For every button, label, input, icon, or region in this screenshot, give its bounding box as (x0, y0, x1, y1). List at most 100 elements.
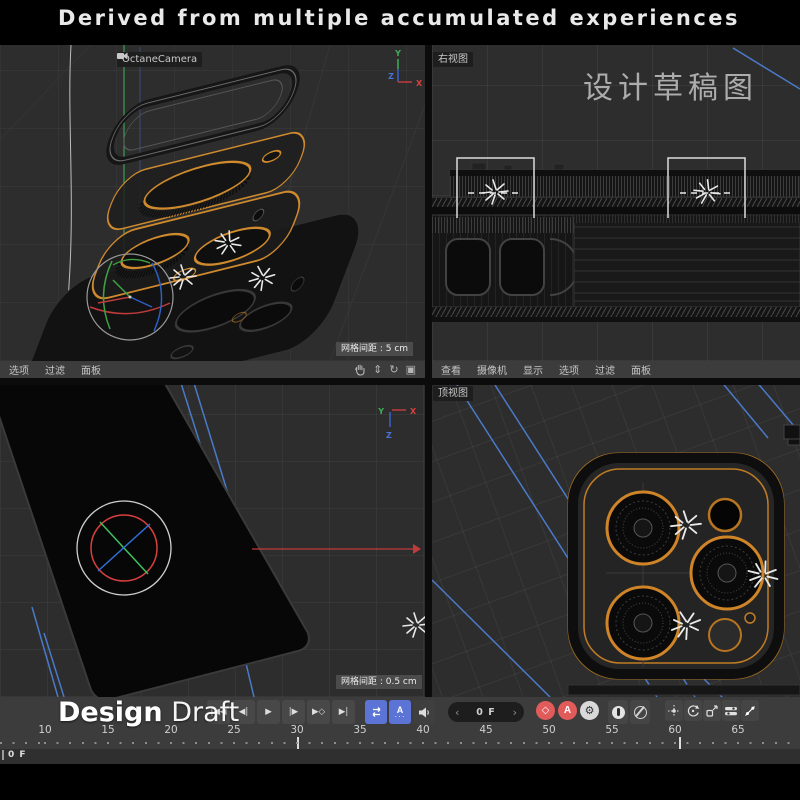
sound-button[interactable] (413, 700, 435, 724)
perspective-canvas: Y Z X (0, 45, 425, 361)
header-bar: Derived from multiple accumulated experi… (0, 0, 800, 45)
record-scale-button[interactable] (703, 700, 721, 721)
ruler-number: 30 (290, 724, 303, 736)
record-rotation-button[interactable] (684, 700, 702, 721)
menu-item[interactable]: 选项 (9, 362, 29, 377)
camera-module-wireframe (568, 425, 800, 695)
record-keyframe-button[interactable]: ◇ (536, 701, 555, 720)
perspective-menubar: 选项 过滤 面板 ⇕ ↻ ▣ (0, 361, 425, 378)
next-key-button[interactable]: ▶◇ (307, 700, 330, 724)
frame-decrement-arrow[interactable]: ‹ (455, 707, 459, 718)
record-position-button[interactable] (665, 700, 683, 721)
rotate-view-icon[interactable]: ↻ (389, 364, 398, 375)
next-frame-button[interactable]: |▶ (282, 700, 305, 724)
flash-circle (709, 499, 741, 531)
x-axis-arrow (252, 544, 421, 554)
keyframe-selection-button[interactable] (608, 700, 628, 724)
view-label: 右视图 (438, 53, 468, 66)
axis-z-label: Z (386, 431, 392, 440)
camera-lens (691, 537, 763, 609)
menu-item[interactable]: 过滤 (595, 362, 615, 377)
current-frame-strip[interactable]: 0 F (0, 749, 800, 764)
axis-gizmo: Y Z X (388, 49, 423, 88)
play-button[interactable]: ▶ (257, 700, 280, 724)
ruler-number: 35 (353, 724, 366, 736)
camera-icon (117, 52, 128, 60)
front-view-canvas: Y X Z (0, 385, 425, 697)
axis-y-label: Y (377, 407, 384, 416)
ruler-number: 50 (542, 724, 555, 736)
record-pla-button[interactable] (741, 700, 759, 721)
camera-label-chip[interactable]: OctaneCamera (117, 52, 202, 67)
axis-z-label: Z (388, 72, 394, 81)
animation-toolbar: Design Draft |◀◀ ◀| ▶ |▶ ▶◇ ▶| A ··· ‹ 0… (0, 697, 800, 764)
viewport-front-view[interactable]: Y X Z 网格间距 : 0.5 cm (0, 385, 425, 697)
viewport-menu: 查看 摄像机 显示 选项 过滤 面板 (441, 362, 651, 377)
right-view-menubar: 查看 摄像机 显示 选项 过滤 面板 (432, 361, 800, 378)
brand-title-bold: Design (58, 697, 163, 728)
maximize-viewport-icon[interactable]: ▣ (406, 364, 416, 375)
camera-target-gizmo[interactable] (77, 501, 171, 595)
ruler-number: 55 (605, 724, 618, 736)
app-window: Derived from multiple accumulated experi… (0, 0, 800, 800)
pan-hand-icon[interactable] (354, 363, 366, 376)
record-channel-toggles (665, 700, 759, 721)
loop-icon (370, 706, 383, 718)
zoom-icon[interactable]: ⇕ (373, 364, 382, 375)
view-label-chip[interactable]: 顶视图 (433, 386, 473, 401)
slashed-circle-icon (634, 706, 647, 719)
axis-x-label: X (416, 79, 423, 88)
axis-y-label: Y (394, 49, 401, 58)
view-label: 顶视图 (438, 387, 468, 400)
menu-item[interactable]: 摄像机 (477, 362, 507, 377)
letterbox-bar (0, 764, 800, 800)
autokey-dots: ··· (395, 714, 406, 719)
menu-item[interactable]: 面板 (631, 362, 651, 377)
viewport-right-view[interactable]: 右视图 设计草稿图 (432, 45, 800, 361)
brand-title-light: Draft (171, 697, 239, 728)
menu-item[interactable]: 显示 (523, 362, 543, 377)
menu-item[interactable]: 选项 (559, 362, 579, 377)
menu-item[interactable]: 面板 (81, 362, 101, 377)
keyframe-settings-button[interactable]: ⚙ (580, 701, 599, 720)
viewport-perspective[interactable]: Y Z X OctaneCamera 网格间距 : 5 cm (0, 45, 425, 361)
ruler-number: 10 (38, 724, 51, 736)
point-level-animation-icon (743, 704, 757, 718)
go-to-end-button[interactable]: ▶| (332, 700, 355, 724)
record-parameter-button[interactable] (722, 700, 740, 721)
autokeying-button[interactable]: A (558, 701, 577, 720)
ruler-tick-marks (0, 742, 800, 744)
frame-increment-arrow[interactable]: › (513, 707, 517, 718)
selection-object-icon (612, 706, 625, 719)
scale-icon (705, 704, 719, 718)
page-title: Derived from multiple accumulated experi… (58, 6, 740, 30)
move-icon (667, 704, 681, 718)
record-controls: ◇ A ⚙ (536, 701, 599, 720)
sensor-circle (709, 619, 741, 651)
autokey-mini-button[interactable]: A ··· (389, 700, 411, 724)
speaker-icon (417, 706, 431, 719)
ruler-number: 60 (668, 724, 681, 736)
menu-item[interactable]: 过滤 (45, 362, 65, 377)
sliders-icon (724, 704, 738, 718)
phone-silhouette[interactable] (0, 385, 309, 697)
mic-hole (745, 613, 755, 623)
keyframe-preset-button[interactable] (630, 700, 650, 724)
top-view-canvas (432, 385, 800, 697)
keyframe-selection-group (608, 700, 650, 724)
frame-number-field[interactable]: ‹ 0 F › (448, 702, 524, 722)
frame-value: 0 F (476, 707, 495, 718)
brand-title: Design Draft (58, 697, 239, 728)
viewport-top-view[interactable]: 顶视图 (432, 385, 800, 697)
camera-label: OctaneCamera (122, 53, 197, 66)
axis-gizmo: Y X Z (377, 407, 417, 440)
grid-spacing-label: 网格间距 : 5 cm (336, 342, 413, 356)
camera-lens (607, 587, 679, 659)
view-label-chip[interactable]: 右视图 (433, 52, 473, 67)
watermark-text: 设计草稿图 (583, 63, 758, 107)
grid-spacing-label: 网格间距 : 0.5 cm (336, 675, 422, 689)
loop-playback-button[interactable] (365, 700, 387, 724)
axis-x-label: X (410, 407, 417, 416)
viewport-menu: 选项 过滤 面板 (9, 362, 101, 377)
menu-item[interactable]: 查看 (441, 362, 461, 377)
